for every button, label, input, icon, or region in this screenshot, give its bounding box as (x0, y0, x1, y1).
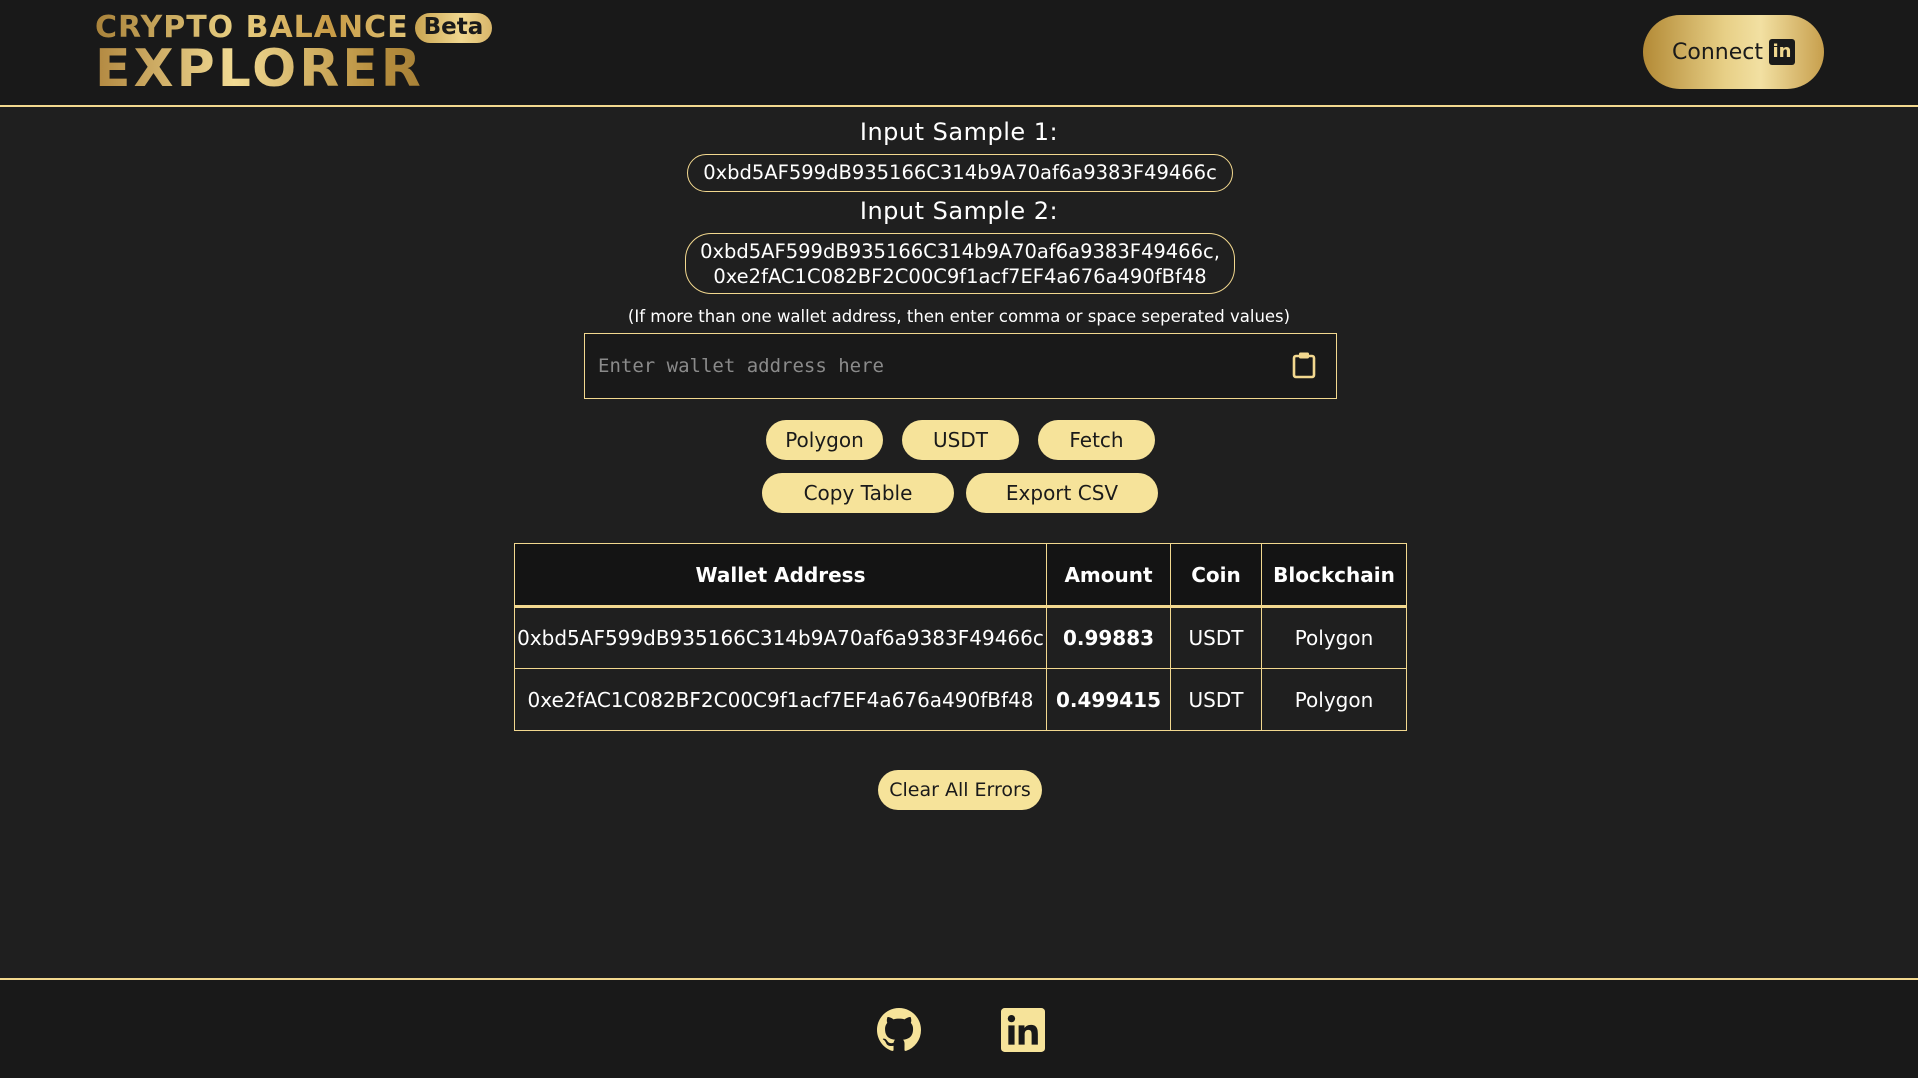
cell-blockchain: Polygon (1261, 668, 1407, 731)
wallet-input-container (584, 333, 1337, 399)
usdt-button[interactable]: USDT (902, 420, 1019, 460)
header-amount: Amount (1046, 543, 1171, 608)
cell-wallet: 0xbd5AF599dB935166C314b9A70af6a9383F4946… (514, 606, 1047, 669)
sample1-text: 0xbd5AF599dB935166C314b9A70af6a9383F4946… (703, 161, 1217, 184)
clipboard-icon[interactable] (1292, 351, 1316, 379)
sample1-value: 0xbd5AF599dB935166C314b9A70af6a9383F4946… (687, 154, 1233, 192)
logo-title-bottom: EXPLORER (95, 43, 492, 95)
header-wallet-address: Wallet Address (514, 543, 1047, 608)
wallet-address-input[interactable] (585, 334, 1285, 397)
cell-amount: 0.499415 (1046, 668, 1171, 731)
sample2-line2: 0xe2fAC1C082BF2C00C9f1acf7EF4a676a490fBf… (713, 265, 1207, 288)
connect-button[interactable]: Connect in (1643, 15, 1824, 89)
cell-coin: USDT (1170, 668, 1262, 731)
sample2-title: Input Sample 2: (859, 197, 1059, 225)
sample2-line1: 0xbd5AF599dB935166C314b9A70af6a9383F4946… (700, 240, 1220, 263)
cell-coin: USDT (1170, 606, 1262, 669)
fetch-button[interactable]: Fetch (1038, 420, 1155, 460)
header-coin: Coin (1170, 543, 1262, 608)
export-csv-button[interactable]: Export CSV (966, 473, 1158, 513)
copy-table-button[interactable]: Copy Table (762, 473, 954, 513)
sample1-title: Input Sample 1: (859, 118, 1059, 146)
footer (0, 978, 1918, 1078)
app-logo[interactable]: CRYPTO BALANCE Beta EXPLORER (95, 10, 493, 95)
input-hint: (If more than one wallet address, then e… (627, 307, 1291, 326)
beta-badge: Beta (414, 13, 493, 43)
connect-label: Connect (1672, 39, 1763, 65)
table-row: 0xbd5AF599dB935166C314b9A70af6a9383F4946… (514, 606, 1407, 669)
cell-wallet: 0xe2fAC1C082BF2C00C9f1acf7EF4a676a490fBf… (514, 668, 1047, 731)
linkedin-icon: in (1768, 39, 1795, 65)
header: CRYPTO BALANCE Beta EXPLORER Connect in (0, 0, 1918, 107)
cell-blockchain: Polygon (1261, 606, 1407, 669)
table-header-row: Wallet Address Amount Coin Blockchain (514, 543, 1407, 608)
results-table: Wallet Address Amount Coin Blockchain 0x… (514, 543, 1407, 731)
table-row: 0xe2fAC1C082BF2C00C9f1acf7EF4a676a490fBf… (514, 668, 1407, 731)
linkedin-icon[interactable] (1001, 1008, 1045, 1052)
sample2-value: 0xbd5AF599dB935166C314b9A70af6a9383F4946… (685, 233, 1235, 294)
header-blockchain: Blockchain (1261, 543, 1407, 608)
clear-all-errors-button[interactable]: Clear All Errors (878, 770, 1042, 810)
cell-amount: 0.99883 (1046, 606, 1171, 669)
github-icon[interactable] (877, 1008, 921, 1052)
polygon-button[interactable]: Polygon (766, 420, 883, 460)
